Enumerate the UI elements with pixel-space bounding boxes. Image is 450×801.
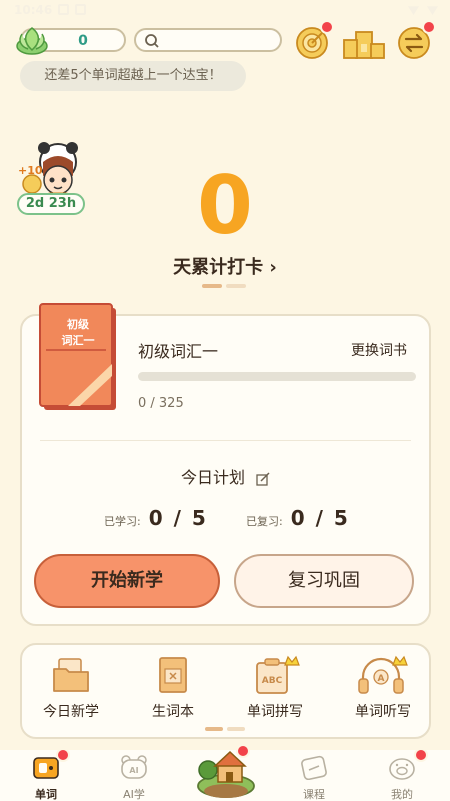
home-badge [236, 744, 250, 758]
book-name: 初级词汇一 [138, 342, 219, 361]
wifi-icon [408, 6, 419, 15]
mine-badge [414, 748, 428, 762]
reviewed-value: 0 / 5 [290, 506, 350, 530]
feature-dictation[interactable]: A 单词听写 [338, 655, 428, 721]
reviewed-label: 已复习: [246, 515, 283, 528]
notebook-icon [159, 657, 187, 693]
notification-icon [58, 4, 69, 15]
nav-words[interactable]: 单词 [16, 754, 76, 801]
ai-tab-icon: AI [121, 755, 147, 779]
status-notification-icons [58, 4, 86, 15]
signal-icon [427, 6, 438, 15]
search-icon [145, 34, 159, 48]
abc-board-icon: ABC [256, 655, 300, 694]
edit-icon[interactable] [256, 471, 270, 486]
headphones-icon: A [358, 655, 408, 694]
divider [40, 440, 411, 441]
review-button[interactable]: 复习巩固 [234, 554, 414, 608]
book-cover-line2: 词汇一 [61, 334, 95, 347]
change-book-link[interactable]: 更换词书 [351, 340, 407, 360]
status-system-icons [408, 4, 438, 15]
leaf-gem-icon [16, 27, 48, 55]
nav-label: 单词 [35, 788, 57, 801]
page-indicator [202, 284, 246, 288]
feature-today-new[interactable]: 今日新学 [26, 655, 116, 721]
today-plan[interactable]: 今日计划 [22, 464, 429, 488]
checkin-count: 0 [197, 159, 253, 252]
courses-tab-icon [301, 755, 327, 781]
learned-value: 0 / 5 [148, 506, 208, 530]
streak-timer: 2d 23h [17, 193, 85, 215]
start-learning-button[interactable]: 开始新学 [34, 554, 220, 608]
nav-label: AI学 [123, 788, 145, 801]
feature-label: 单词拼写 [247, 704, 303, 720]
svg-text:A: A [378, 674, 385, 684]
svg-text:ABC: ABC [262, 676, 283, 686]
progress-hint: 还差5个单词超越上一个达宝！ [20, 61, 246, 91]
challenge-badge [320, 20, 334, 34]
pig-profile-icon [389, 758, 415, 780]
book-progress-bar [138, 372, 416, 381]
nav-ai[interactable]: AI AI学 [104, 754, 164, 801]
avatar-bonus: +10 [18, 164, 43, 177]
feature-card: 今日新学 生词本 ABC 单词拼写 A 单词听写 [20, 643, 431, 739]
nav-label: 我的 [391, 788, 413, 801]
search-box[interactable] [134, 28, 282, 52]
search-input[interactable] [164, 32, 274, 48]
book-cover-line1: 初级 [67, 318, 89, 331]
learned-label: 已学习: [104, 515, 141, 528]
svg-text:AI: AI [129, 766, 138, 775]
notification-icon [75, 4, 86, 15]
reviewed-stat: 已复习: 0 / 5 [246, 506, 350, 530]
feature-label: 单词听写 [355, 704, 411, 720]
study-card: 初级 词汇一 初级词汇一 更换词书 0 / 325 今日计划 已学习: 0 / 5… [20, 303, 431, 626]
words-badge [56, 748, 70, 762]
leaderboard-podium-icon[interactable] [342, 24, 386, 60]
feature-label: 生词本 [152, 704, 194, 720]
learned-stat: 已学习: 0 / 5 [104, 506, 208, 530]
today-plan-title: 今日计划 [180, 468, 245, 487]
status-time: 10:46 [14, 3, 53, 17]
nav-label: 课程 [303, 788, 325, 801]
feature-vocab-book[interactable]: 生词本 [128, 655, 218, 721]
book-progress-text: 0 / 325 [138, 396, 184, 411]
switch-badge [422, 20, 436, 34]
feature-page-indicator [205, 727, 245, 731]
folder-icon [53, 658, 89, 692]
nav-courses[interactable]: 课程 [284, 754, 344, 801]
feature-spelling[interactable]: ABC 单词拼写 [230, 655, 320, 721]
feature-label: 今日新学 [43, 704, 99, 720]
checkin-link[interactable]: 天累计打卡 › [120, 253, 330, 279]
book-cover[interactable]: 初级 词汇一 [38, 302, 118, 412]
status-bar: 10:46 [0, 0, 450, 22]
